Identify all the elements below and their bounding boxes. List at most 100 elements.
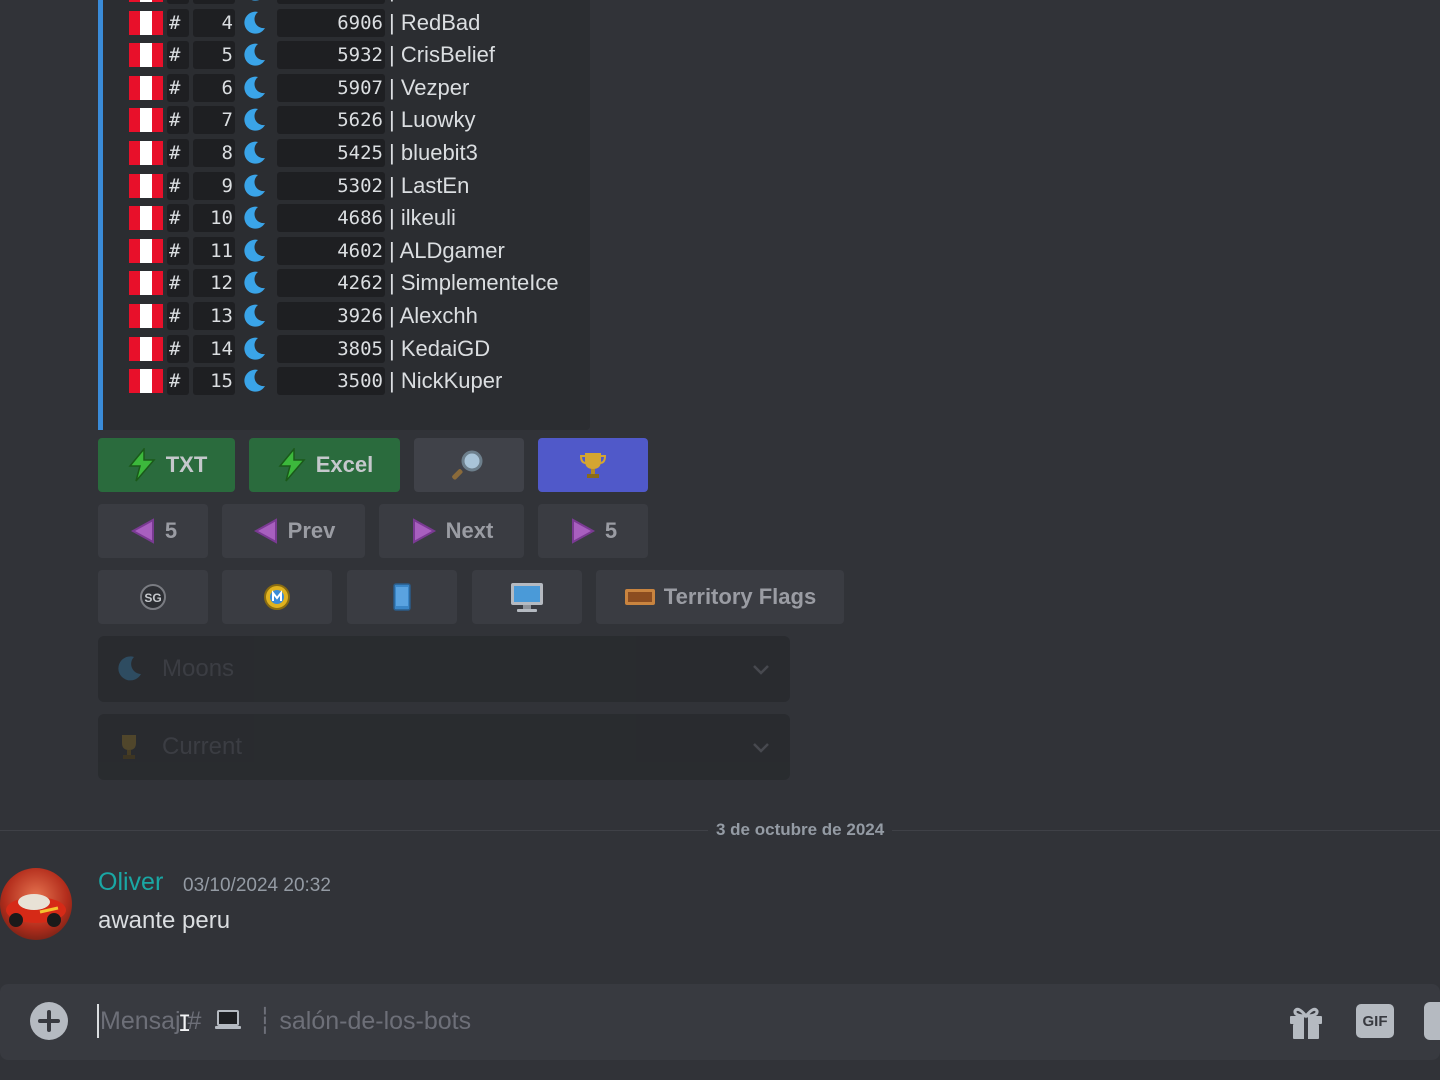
player-name-text: Luowky: [400, 107, 476, 133]
text-caret: [97, 1004, 99, 1038]
leaderboard-row: #11 4602 | ALDgamer: [129, 236, 589, 266]
moon-icon: [244, 43, 265, 66]
peru-flag-icon: [129, 271, 163, 296]
rank-number: 12: [210, 272, 233, 295]
player-name: | CrisBelief: [389, 42, 495, 68]
player-name-text: Vezper: [400, 74, 470, 100]
rank-number: 4: [221, 11, 233, 34]
search-button[interactable]: [414, 438, 524, 492]
player-name: | NickKuper: [389, 368, 502, 394]
sg-filter-button[interactable]: SG: [98, 570, 208, 624]
next-label: Next: [445, 518, 494, 543]
player-name-text: SimplementeIce: [400, 270, 559, 296]
rank-hash: #: [169, 0, 180, 1]
score-value: 7380: [279, 0, 383, 1]
download-excel-button[interactable]: Excel: [249, 438, 400, 492]
score-value: 5907: [337, 76, 383, 99]
name-separator: |: [389, 368, 395, 394]
peru-flag-icon: [129, 108, 163, 133]
score-value: 3805: [337, 337, 383, 360]
gif-button[interactable]: GIF: [1356, 1004, 1394, 1038]
player-name-text: ALDgamer: [399, 237, 505, 263]
attach-plus-icon[interactable]: [30, 1002, 68, 1040]
leaderboard-row: #14 3805 | KedaiGD: [129, 334, 589, 364]
moon-icon: [118, 656, 141, 681]
leaderboard-row: #15 3500 | NickKuper: [129, 366, 589, 396]
rank-hash: #: [169, 174, 181, 197]
trophy-icon: [579, 453, 607, 478]
peru-flag-icon: [129, 369, 163, 394]
score-value: 3926: [337, 305, 383, 327]
leaderboard-row: #5 5932 | CrisBelief: [129, 40, 589, 70]
chevron-down-icon: [753, 665, 769, 675]
player-name: | RedBad: [389, 10, 480, 36]
rank-number: 9: [221, 174, 233, 197]
game-badge-icon: [264, 584, 290, 610]
leaderboard-row: #6 5907 | Vezper: [129, 73, 589, 103]
peru-flag-icon: [129, 0, 163, 2]
rank-number: 8: [221, 142, 233, 164]
leaderboard-row: #3 7380 | JoshueMas: [129, 0, 589, 5]
rank-number: 13: [210, 305, 233, 327]
leaderboard-row: #10 4686 | ilkeuli: [129, 203, 589, 233]
name-separator: |: [389, 74, 395, 100]
forward-5-label: 5: [604, 518, 618, 543]
name-separator: |: [389, 205, 395, 231]
leaderboard-row: #13 3926 | Alexchh: [129, 301, 589, 331]
rank-number: 10: [210, 207, 233, 230]
player-name-text: ilkeuli: [400, 205, 456, 231]
peru-flag-icon: [129, 75, 163, 100]
message-author[interactable]: Oliver: [98, 868, 163, 897]
player-name-text: JoshueMas: [401, 0, 514, 2]
current-select[interactable]: Current: [98, 714, 790, 780]
desktop-filter-button[interactable]: [472, 570, 582, 624]
sticker-icon[interactable]: [1424, 1002, 1440, 1040]
peru-flag-icon: [129, 304, 163, 328]
next-page-button[interactable]: Next: [379, 504, 524, 558]
rank-number: 3: [191, 0, 233, 1]
name-separator: |: [389, 0, 395, 2]
download-txt-button[interactable]: TXT: [98, 438, 235, 492]
leaderboard-row: #9 5302 | LastEn: [129, 171, 589, 201]
rank-hash: #: [169, 305, 181, 327]
moon-icon: [244, 141, 265, 164]
score-value: 4602: [337, 239, 383, 262]
mobile-game-filter-button[interactable]: [222, 570, 332, 624]
moon-icon: [244, 109, 265, 132]
territory-flags-label: Territory Flags: [663, 584, 817, 609]
phone-icon: [393, 583, 411, 611]
peru-flag-icon: [129, 238, 163, 263]
rank-hash: #: [169, 44, 181, 67]
back-5-pages-button[interactable]: 5: [98, 504, 208, 558]
download-arrow-icon: [128, 448, 156, 482]
gift-icon[interactable]: [1286, 1002, 1326, 1042]
leaderboard-row: #4 6906 | RedBad: [129, 8, 589, 38]
player-name: | Luowky: [389, 107, 475, 133]
channel-name: ┆ salón-de-los-bots: [257, 1007, 472, 1035]
download-arrow-icon: [278, 448, 306, 482]
score-value: 4262: [337, 272, 383, 295]
current-select-placeholder: Current: [162, 733, 243, 760]
score-value: 5626: [337, 109, 383, 132]
message-input-placeholder[interactable]: Mensaj # ┆ salón-de-los-bots: [100, 1006, 471, 1036]
back-5-label: 5: [164, 518, 178, 543]
moon-icon: [244, 206, 265, 229]
trophy-button[interactable]: [538, 438, 648, 492]
prev-page-button[interactable]: Prev: [222, 504, 365, 558]
forward-5-pages-button[interactable]: 5: [538, 504, 648, 558]
leaderboard-embed: #3 7380 | JoshueMas #4 6906 | RedBad #5 5932 | C…: [98, 0, 590, 430]
mobile-filter-button[interactable]: [347, 570, 457, 624]
player-name: | SimplementeIce: [389, 270, 559, 296]
avatar[interactable]: [0, 868, 72, 940]
date-divider-label: 3 de octubre de 2024: [708, 820, 893, 840]
score-value: 4686: [337, 207, 383, 230]
right-arrow-icon: [571, 518, 595, 544]
score-value: 6906: [337, 11, 383, 34]
score-value: 5302: [337, 174, 383, 197]
laptop-icon: [215, 1010, 242, 1029]
player-name-text: KedaiGD: [400, 335, 491, 361]
peru-flag-icon: [129, 10, 163, 35]
name-separator: |: [389, 172, 395, 198]
territory-flags-button[interactable]: Territory Flags: [596, 570, 844, 624]
moons-select[interactable]: Moons: [98, 636, 790, 702]
